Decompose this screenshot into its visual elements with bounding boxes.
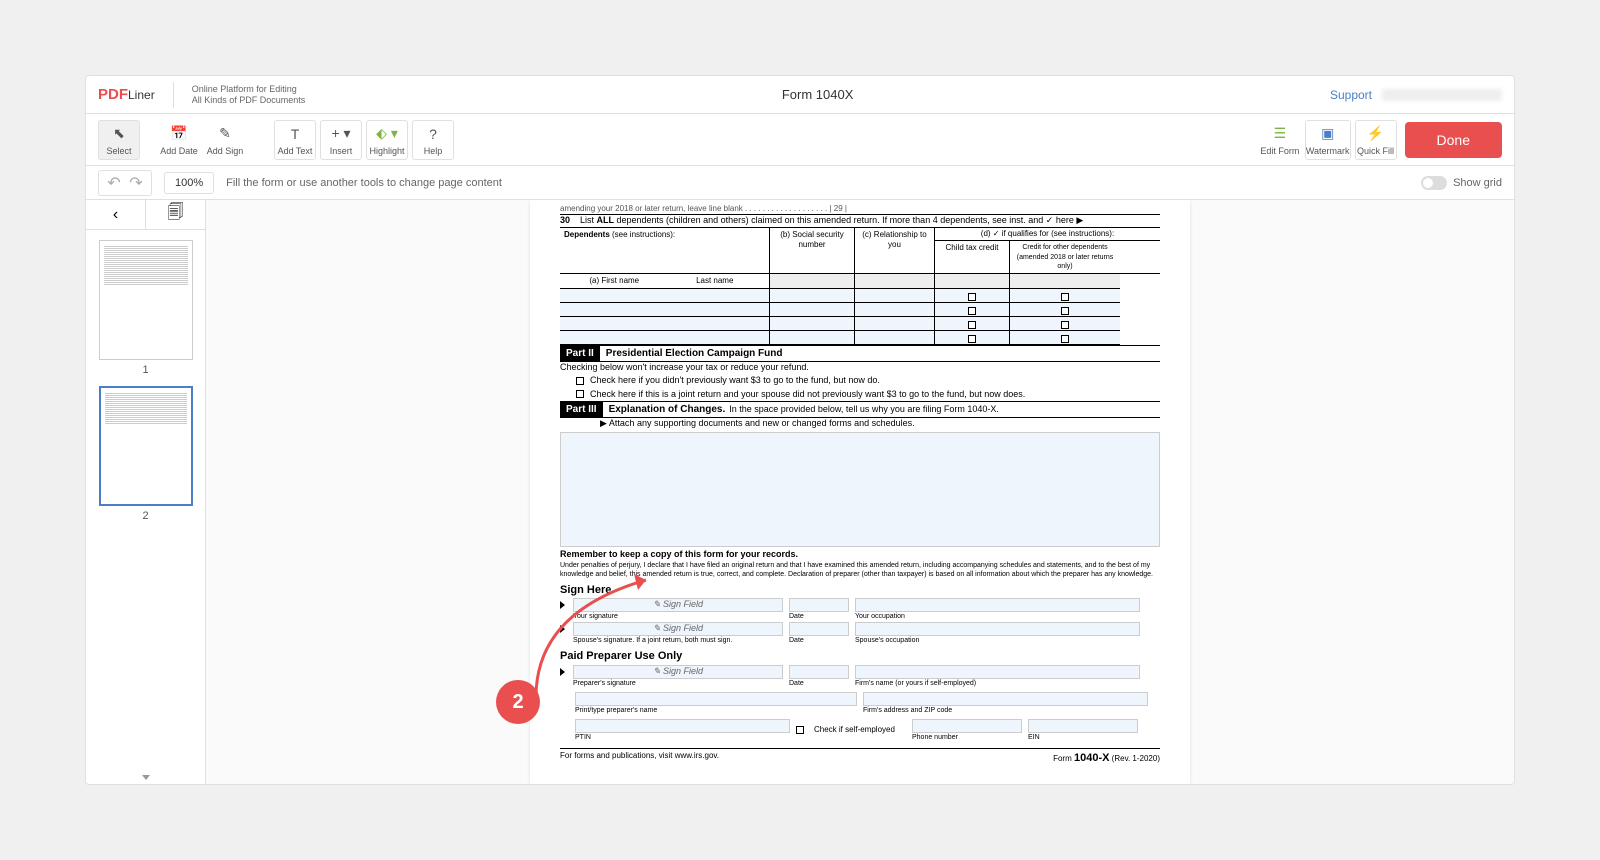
- plus-icon: + ▾: [331, 124, 350, 144]
- done-button[interactable]: Done: [1405, 122, 1502, 158]
- signature-icon: ✎: [219, 124, 231, 144]
- document-title: Form 1040X: [305, 87, 1330, 102]
- highlighter-icon: ⬖ ▾: [376, 124, 398, 144]
- text-icon: T: [291, 124, 300, 144]
- canvas[interactable]: amending your 2018 or later return, leav…: [206, 200, 1514, 784]
- toggle-switch[interactable]: [1421, 176, 1447, 190]
- select-tool[interactable]: ⬉ Select: [98, 120, 140, 160]
- annotation-badge: 2: [496, 680, 540, 724]
- add-text-button[interactable]: T Add Text: [274, 120, 316, 160]
- add-sign-button[interactable]: ✎ Add Sign: [204, 120, 246, 160]
- redo-button[interactable]: ↷: [127, 174, 145, 192]
- check-line-1[interactable]: Check here if you didn't previously want…: [560, 374, 1160, 388]
- ein-field[interactable]: [1028, 719, 1138, 733]
- logo-desc: Online Platform for Editing All Kinds of…: [192, 84, 306, 106]
- annotation-arrow: [516, 572, 666, 702]
- form-icon: ☰: [1274, 124, 1287, 144]
- spouse-date-field[interactable]: [789, 622, 849, 636]
- logo-pdf: PDF: [98, 86, 128, 103]
- main-area: ‹ 🗐 1 2 amending your 2018 or later retu…: [86, 200, 1514, 784]
- header: PDFLiner Online Platform for Editing All…: [86, 76, 1514, 114]
- dependent-row[interactable]: [560, 289, 1160, 303]
- line-30: 30 List ALL dependents (children and oth…: [560, 215, 1160, 227]
- date-field[interactable]: [789, 598, 849, 612]
- quick-fill-button[interactable]: ⚡ Quick Fill: [1355, 120, 1397, 160]
- preparer-date-field[interactable]: [789, 665, 849, 679]
- logo-liner: Liner: [128, 88, 155, 102]
- check-line-2[interactable]: Check here if this is a joint return and…: [560, 388, 1160, 402]
- cutoff-text: amending your 2018 or later return, leav…: [560, 200, 1160, 215]
- firm-address-field[interactable]: [863, 692, 1148, 706]
- watermark-icon: ▣: [1321, 124, 1334, 144]
- watermark-button[interactable]: ▣ Watermark: [1305, 120, 1351, 160]
- phone-field[interactable]: [912, 719, 1022, 733]
- part-2-header: Part II Presidential Election Campaign F…: [560, 345, 1160, 362]
- toolbar: ⬉ Select 📅 Add Date ✎ Add Sign T Add Tex…: [86, 114, 1514, 166]
- pages-tab[interactable]: 🗐: [146, 200, 205, 229]
- firm-name-field[interactable]: [855, 665, 1140, 679]
- highlight-button[interactable]: ⬖ ▾ Highlight: [366, 120, 408, 160]
- zoom-level[interactable]: 100%: [164, 172, 214, 194]
- subbar: ↶ ↷ 100% Fill the form or use another to…: [86, 166, 1514, 200]
- lightning-icon: ⚡: [1367, 124, 1384, 144]
- help-button[interactable]: ? Help: [412, 120, 454, 160]
- page-footer: For forms and publications, visit www.ir…: [560, 748, 1160, 765]
- user-email-blurred: [1382, 89, 1502, 101]
- show-grid-toggle[interactable]: Show grid: [1421, 176, 1502, 190]
- thumbnail-page-2[interactable]: 2: [99, 386, 193, 522]
- back-tab[interactable]: ‹: [86, 200, 146, 229]
- undo-redo-group: ↶ ↷: [98, 170, 152, 196]
- support-link[interactable]: Support: [1330, 88, 1372, 102]
- dependent-row[interactable]: [560, 331, 1160, 345]
- spouse-occupation-field[interactable]: [855, 622, 1140, 636]
- dependents-table: Dependents (see instructions): (b) Socia…: [560, 227, 1160, 345]
- app-frame: PDFLiner Online Platform for Editing All…: [85, 75, 1515, 785]
- thumbnail-page-1[interactable]: 1: [99, 240, 193, 376]
- divider: [173, 82, 174, 108]
- header-right: Support: [1330, 88, 1502, 102]
- hint-text: Fill the form or use another tools to ch…: [226, 177, 502, 189]
- insert-button[interactable]: + ▾ Insert: [320, 120, 362, 160]
- explanation-textarea[interactable]: [560, 432, 1160, 547]
- dependent-row[interactable]: [560, 303, 1160, 317]
- dependent-row[interactable]: [560, 317, 1160, 331]
- sidebar: ‹ 🗐 1 2: [86, 200, 206, 784]
- logo: PDFLiner Online Platform for Editing All…: [98, 82, 305, 108]
- calendar-icon: 📅: [170, 124, 187, 144]
- pages-icon: 🗐: [168, 201, 184, 228]
- part-3-header: Part III Explanation of Changes. In the …: [560, 401, 1160, 418]
- edit-form-button[interactable]: ☰ Edit Form: [1259, 120, 1301, 160]
- chevron-left-icon: ‹: [113, 206, 118, 224]
- occupation-field[interactable]: [855, 598, 1140, 612]
- add-date-button[interactable]: 📅 Add Date: [158, 120, 200, 160]
- self-employed-checkbox[interactable]: [796, 726, 804, 734]
- thumbnails: 1 2: [86, 230, 205, 784]
- cursor-icon: ⬉: [113, 124, 125, 144]
- ptin-field[interactable]: [575, 719, 790, 733]
- scroll-down-icon[interactable]: [142, 775, 150, 780]
- question-icon: ?: [429, 124, 437, 144]
- undo-button[interactable]: ↶: [105, 174, 123, 192]
